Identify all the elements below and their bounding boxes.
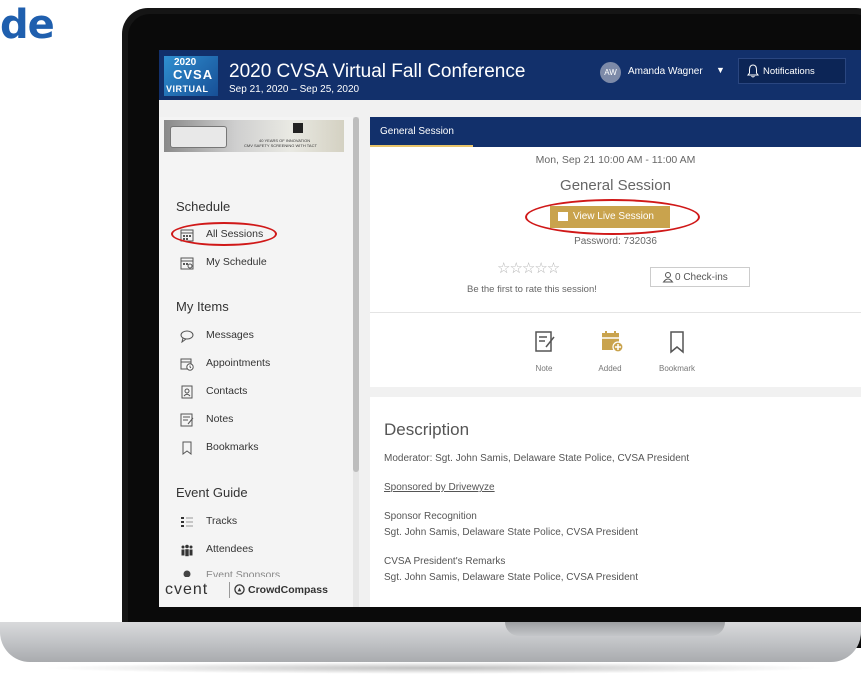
chat-icon: [180, 330, 194, 343]
session-time: Mon, Sep 21 10:00 AM - 11:00 AM: [535, 154, 696, 166]
notifications-button[interactable]: Notifications: [738, 58, 846, 84]
calendar-added-icon: [602, 331, 624, 353]
app-title: 2020 CVSA Virtual Fall Conference: [229, 61, 526, 82]
app-screen: 2020 CVSA VIRTUAL 2020 CVSA Virtual Fall…: [159, 50, 861, 607]
schedule-heading: Schedule: [176, 199, 231, 214]
tab-general-session[interactable]: General Session: [370, 117, 473, 147]
app-header: 2020 CVSA VIRTUAL 2020 CVSA Virtual Fall…: [159, 50, 861, 100]
contact-card-icon: [181, 385, 193, 399]
sidebar-item-bookmarks[interactable]: Bookmarks: [176, 439, 351, 457]
sidebar-item-attendees[interactable]: Attendees: [176, 541, 351, 559]
people-icon: [181, 544, 193, 557]
president-remarks-title: CVSA President's Remarks: [384, 556, 506, 567]
person-icon: [662, 272, 674, 283]
sidebar-item-messages[interactable]: Messages: [176, 327, 351, 345]
highlight-ring-live-session: [525, 199, 700, 235]
description-heading: Description: [384, 420, 470, 439]
bookmark-action[interactable]: Bookmark: [647, 330, 707, 373]
user-name[interactable]: Amanda Wagner: [628, 66, 703, 77]
chevron-down-icon[interactable]: ▼: [716, 65, 725, 75]
sidebar-scroll-thumb[interactable]: [353, 117, 359, 472]
sidebar-item-tracks[interactable]: Tracks: [176, 513, 351, 531]
sidebar-item-notes[interactable]: Notes: [176, 411, 351, 429]
cvent-logo: cvent: [165, 581, 209, 598]
calendar-clock-icon: [180, 358, 194, 371]
crowdcompass-icon: [234, 584, 245, 595]
tracks-icon: [181, 517, 193, 527]
note-icon: [535, 331, 555, 352]
footer-brand: cvent CrowdCompass: [159, 577, 353, 607]
session-title: General Session: [560, 177, 671, 194]
session-panel: Mon, Sep 21 10:00 AM - 11:00 AM General …: [370, 147, 861, 607]
sponsor-recognition-body: Sgt. John Samis, Delaware State Police, …: [384, 527, 639, 538]
avatar[interactable]: AW: [600, 62, 621, 83]
app-dates: Sep 21, 2020 – Sep 25, 2020: [229, 84, 360, 95]
bookmark-icon: [182, 441, 192, 455]
laptop-base: [0, 622, 861, 662]
sponsor-banner[interactable]: 40 YEARS OF INNOVATION CMV SAFETY SCREEN…: [164, 120, 344, 152]
sponsor-recognition-title: Sponsor Recognition: [384, 511, 477, 522]
tab-bar: General Session: [370, 117, 861, 147]
calendar-check-icon: [180, 257, 194, 270]
bookmark-icon: [670, 331, 684, 354]
laptop-notch: [505, 622, 725, 636]
sidebar-item-appointments[interactable]: Appointments: [176, 355, 351, 373]
checkins-button[interactable]: 0 Check-ins: [650, 267, 750, 287]
event-guide-heading: Event Guide: [176, 485, 248, 500]
conference-logo[interactable]: 2020 CVSA VIRTUAL: [164, 56, 218, 96]
sidebar: 40 YEARS OF INNOVATION CMV SAFETY SCREEN…: [159, 117, 359, 607]
sponsor-link[interactable]: Sponsored by Drivewyze: [384, 482, 495, 493]
highlight-ring-all-sessions: [171, 222, 277, 246]
added-action[interactable]: Added: [580, 330, 640, 373]
star-rating[interactable]: ☆☆☆☆☆: [497, 259, 560, 277]
rating-prompt: Be the first to rate this session!: [467, 284, 597, 295]
president-remarks-body: Sgt. John Samis, Delaware State Police, …: [384, 572, 639, 583]
note-action[interactable]: Note: [514, 330, 574, 373]
session-password: Password: 732036: [574, 236, 657, 247]
note-icon: [180, 413, 194, 427]
moderator-text: Moderator: Sgt. John Samis, Delaware Sta…: [384, 453, 690, 464]
crowdcompass-logo: CrowdCompass: [248, 584, 328, 596]
sidebar-item-my-schedule[interactable]: My Schedule: [176, 254, 351, 272]
my-items-heading: My Items: [176, 299, 229, 314]
sidebar-item-contacts[interactable]: Contacts: [176, 383, 351, 401]
bell-icon: [747, 64, 759, 78]
page-heading: de: [0, 2, 55, 48]
